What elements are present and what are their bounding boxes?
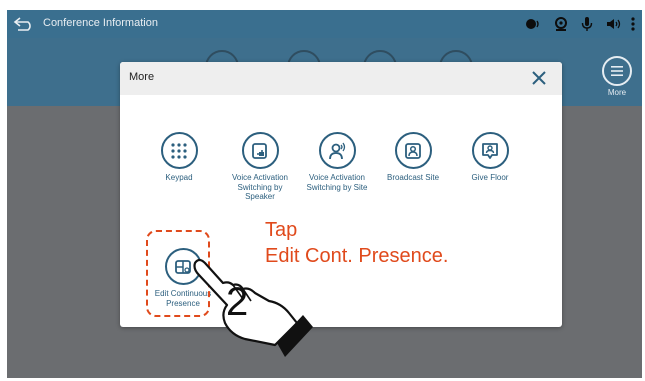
- conference-title: Conference Information: [43, 17, 158, 29]
- speaker-icon[interactable]: [525, 16, 541, 32]
- voice-site-label: Voice Activation Switching by Site: [306, 173, 368, 192]
- voice-switching-speaker-button[interactable]: Voice Activation Switching by Speaker: [229, 132, 291, 202]
- more-vert-icon[interactable]: [629, 16, 637, 32]
- broadcast-site-label: Broadcast Site: [386, 173, 440, 182]
- give-floor-icon: [471, 132, 509, 169]
- keypad-label: Keypad: [165, 173, 193, 182]
- give-floor-button[interactable]: Give Floor: [459, 132, 521, 183]
- voice-speaker-icon: [241, 132, 279, 169]
- screen: Conference Information More More Keypad …: [7, 10, 642, 378]
- broadcast-site-button[interactable]: Broadcast Site: [382, 132, 444, 183]
- back-icon[interactable]: [13, 16, 35, 32]
- keypad-button[interactable]: Keypad: [148, 132, 210, 183]
- keypad-icon: [160, 132, 198, 169]
- dialog-header: More: [120, 62, 562, 95]
- give-floor-label: Give Floor: [471, 173, 509, 182]
- microphone-icon[interactable]: [579, 16, 595, 32]
- more-button[interactable]: More: [602, 56, 632, 97]
- hand-pointer-icon: [193, 258, 313, 357]
- instruction-line-1: Tap: [265, 219, 298, 241]
- volume-icon[interactable]: [605, 16, 621, 32]
- webcam-icon[interactable]: [553, 16, 569, 32]
- close-icon[interactable]: [530, 69, 548, 87]
- step-number: 2: [226, 280, 249, 324]
- more-button-label: More: [607, 88, 627, 97]
- dialog-title: More: [129, 71, 155, 83]
- top-bar: Conference Information: [7, 10, 642, 38]
- menu-icon: [602, 56, 632, 86]
- voice-site-icon: [318, 132, 356, 169]
- broadcast-site-icon: [394, 132, 432, 169]
- voice-switching-site-button[interactable]: Voice Activation Switching by Site: [306, 132, 368, 192]
- voice-speaker-label: Voice Activation Switching by Speaker: [231, 173, 289, 201]
